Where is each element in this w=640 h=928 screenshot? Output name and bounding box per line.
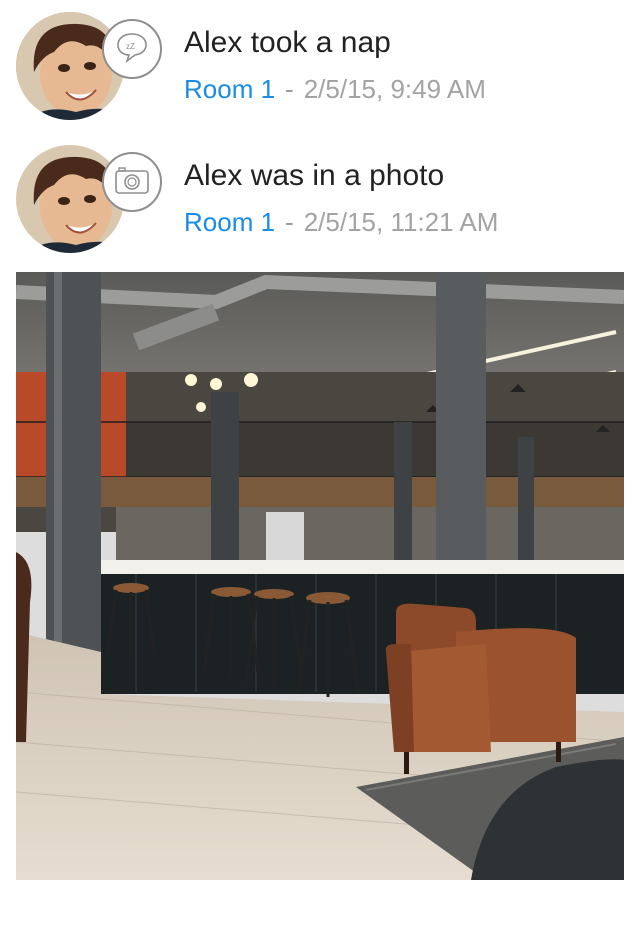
- camera-icon: [114, 165, 150, 200]
- photo-badge: [102, 152, 162, 212]
- cafe-interior-photo[interactable]: [16, 272, 624, 880]
- event-title: Alex took a nap: [184, 26, 391, 59]
- event-meta: Room 1-2/5/15, 11:21 AM: [184, 207, 498, 238]
- event-title: Alex was in a photo: [184, 159, 445, 192]
- avatar-container: [16, 145, 162, 257]
- avatar-container: zZ: [16, 12, 162, 124]
- event-meta: Room 1-2/5/15, 9:49 AM: [184, 74, 486, 105]
- event-timestamp: 2/5/15, 11:21 AM: [303, 207, 499, 237]
- room-link[interactable]: Room 1: [184, 74, 275, 104]
- feed-item-photo[interactable]: Alex was in a photo Room 1-2/5/15, 11:21…: [0, 145, 640, 261]
- nap-zz-icon: zZ: [115, 30, 149, 69]
- feed-item-nap[interactable]: zZ Alex took a nap Room 1-2/5/15, 9:49 A…: [0, 12, 640, 128]
- nap-badge: zZ: [102, 19, 162, 79]
- meta-separator: -: [285, 74, 294, 104]
- meta-separator: -: [285, 207, 294, 237]
- svg-text:zZ: zZ: [126, 42, 135, 51]
- room-link[interactable]: Room 1: [184, 207, 275, 237]
- event-timestamp: 2/5/15, 9:49 AM: [303, 74, 486, 104]
